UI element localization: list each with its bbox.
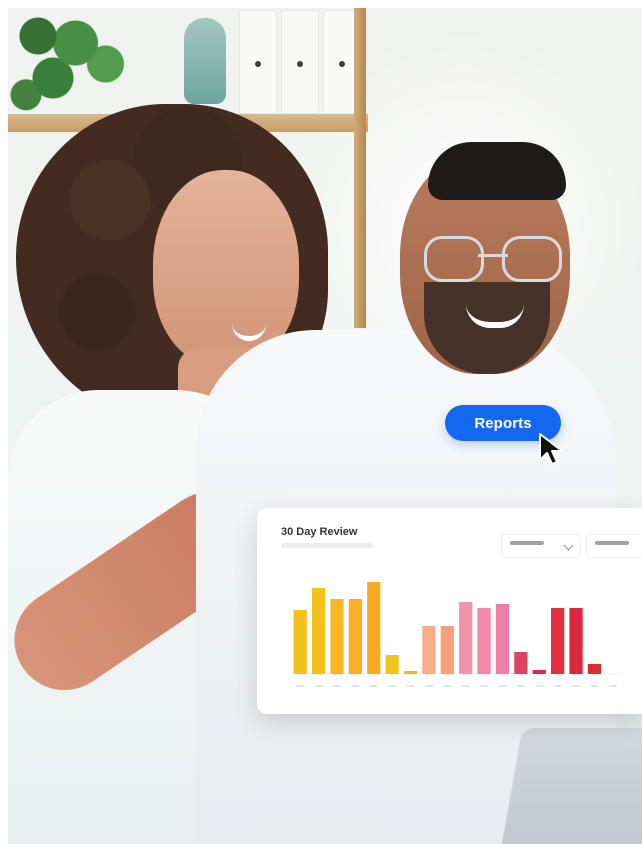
chart-bar [403,671,418,674]
glasses [424,236,562,282]
screenshot-canvas: Reports 30 Day Review [0,0,642,844]
glasses-lens [424,236,484,282]
chart-bar [330,599,344,674]
x-tick-mark [369,685,378,687]
glasses-lens [502,236,562,282]
chart-bar [459,602,473,674]
chart-bar [551,608,565,674]
cursor-icon [539,433,563,465]
x-tick-mark [443,685,452,687]
chart-bar [569,608,583,674]
report-chart [291,582,622,687]
x-tick-mark [590,685,599,687]
x-tick-mark [516,685,525,687]
chart-bar [587,664,602,674]
x-tick-mark [498,685,507,687]
chart-bar [385,655,399,674]
x-tick-mark [406,685,415,687]
chart-bar [311,588,326,674]
chart-bar [440,626,454,674]
x-tick-mark [351,685,360,687]
x-tick-mark [388,685,397,687]
laptop [497,728,642,844]
vase [184,18,226,104]
chart-bar [422,626,436,674]
x-tick-mark [608,685,617,687]
chart-bar [348,599,362,674]
x-tick-mark [572,685,581,687]
x-tick-mark [424,685,433,687]
report-card: 30 Day Review [257,508,642,714]
x-tick-mark [314,685,323,687]
x-tick-mark [535,685,544,687]
chart-bar [495,604,510,674]
chart-bar [293,610,307,674]
man-hair [428,142,566,200]
chart-bar [477,608,491,674]
x-tick-mark [461,685,470,687]
x-tick-mark [332,685,341,687]
chart-bar [367,582,381,674]
x-tick-mark [480,685,489,687]
chart-bar [514,652,528,674]
x-tick-mark [296,685,305,687]
chart-bar [532,670,546,674]
x-tick-mark [553,685,562,687]
